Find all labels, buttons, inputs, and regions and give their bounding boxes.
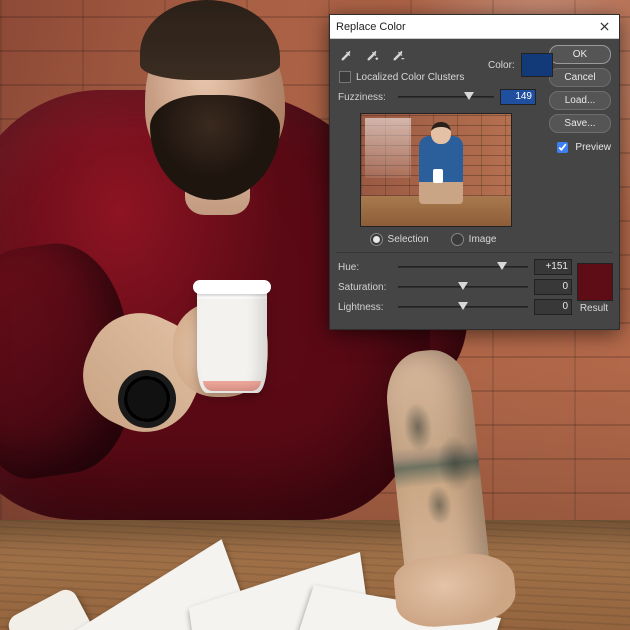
eyedropper-add-icon[interactable] (364, 48, 380, 64)
replace-color-dialog: Replace Color OK Cancel Load... Save... … (329, 14, 620, 330)
hue-field[interactable]: +151 (534, 259, 572, 275)
lightness-field[interactable]: 0 (534, 299, 572, 315)
hue-slider[interactable] (398, 260, 528, 274)
slider-thumb-icon[interactable] (464, 92, 474, 100)
eyedropper-subtract-icon[interactable] (390, 48, 406, 64)
slider-thumb-icon[interactable] (458, 282, 468, 290)
saturation-slider[interactable] (398, 280, 528, 294)
view-selection-label: Selection (388, 234, 429, 245)
preview-toggle[interactable]: Preview (549, 139, 611, 156)
dialog-title: Replace Color (336, 21, 406, 33)
radio-icon (451, 233, 464, 246)
hue-label: Hue: (338, 262, 392, 273)
view-image-label: Image (469, 234, 497, 245)
divider (336, 252, 613, 253)
preview-label: Preview (575, 142, 611, 153)
view-image-radio[interactable]: Image (451, 233, 497, 246)
saturation-field[interactable]: 0 (534, 279, 572, 295)
color-swatch[interactable] (521, 53, 553, 77)
load-button[interactable]: Load... (549, 91, 611, 110)
localized-clusters-label: Localized Color Clusters (356, 72, 464, 83)
fuzziness-label: Fuzziness: (338, 92, 392, 103)
cancel-button[interactable]: Cancel (549, 68, 611, 87)
result-label: Result (580, 303, 608, 314)
color-label: Color: (488, 60, 515, 71)
fuzziness-field[interactable]: 149 (500, 89, 536, 105)
save-button[interactable]: Save... (549, 114, 611, 133)
tattoo (393, 391, 487, 539)
radio-icon (370, 233, 383, 246)
view-selection-radio[interactable]: Selection (370, 233, 429, 246)
selection-preview (360, 113, 512, 227)
ok-button[interactable]: OK (549, 45, 611, 64)
slider-thumb-icon[interactable] (497, 262, 507, 270)
close-icon[interactable] (595, 18, 613, 36)
lightness-slider[interactable] (398, 300, 528, 314)
slider-thumb-icon[interactable] (458, 302, 468, 310)
eyedropper-icon[interactable] (338, 48, 354, 64)
fuzziness-slider[interactable] (398, 90, 494, 104)
screenshot-stage: Replace Color OK Cancel Load... Save... … (0, 0, 630, 630)
preview-checkbox[interactable] (557, 142, 568, 153)
coffee-cup (197, 288, 267, 393)
dialog-titlebar[interactable]: Replace Color (330, 15, 619, 39)
lightness-label: Lightness: (338, 302, 392, 313)
checkbox-icon[interactable] (339, 71, 351, 83)
result-swatch[interactable] (577, 263, 613, 301)
saturation-label: Saturation: (338, 282, 392, 293)
